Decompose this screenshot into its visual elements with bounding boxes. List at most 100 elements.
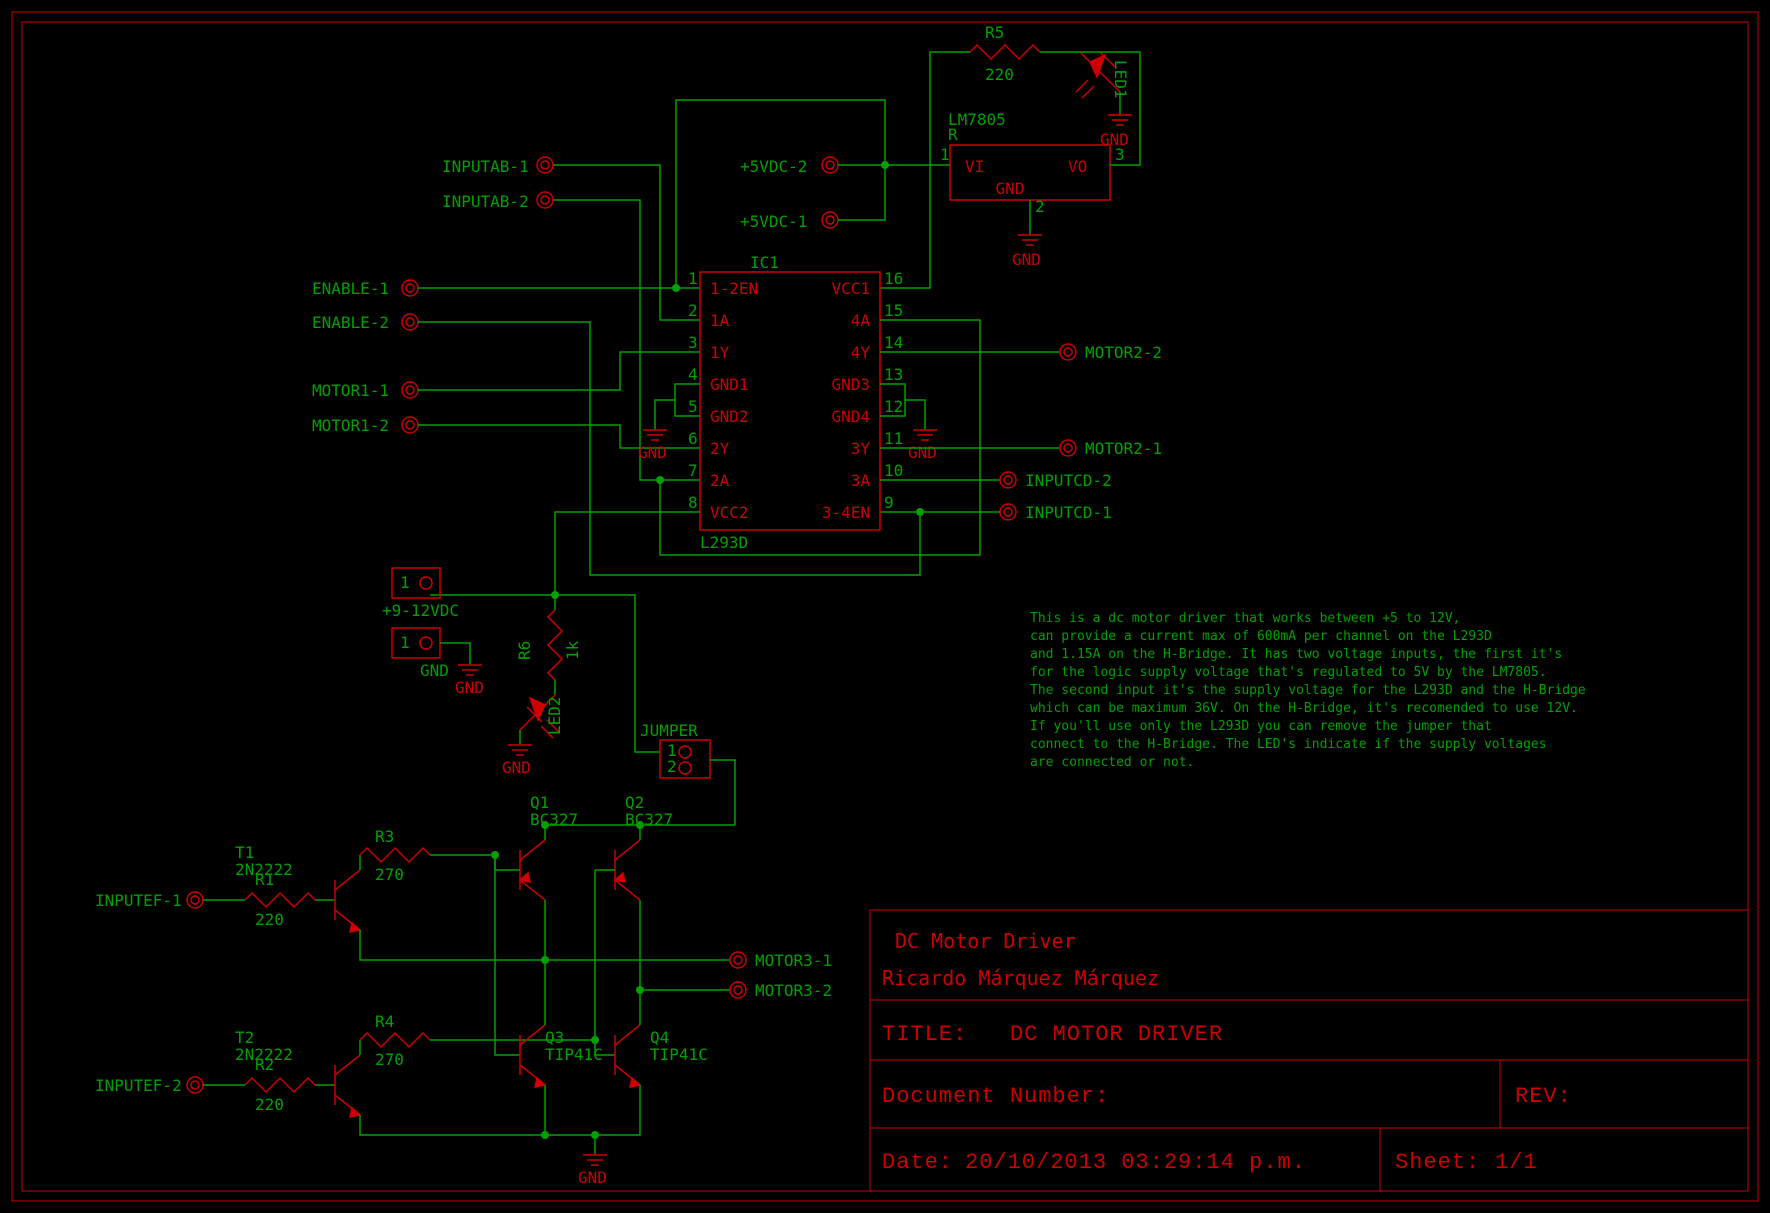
svg-text:MOTOR1-2: MOTOR1-2	[312, 416, 389, 435]
svg-text:2A: 2A	[710, 471, 730, 490]
svg-text:connect to the H-Bridge. The L: connect to the H-Bridge. The LED's indic…	[1030, 737, 1547, 752]
svg-text:GND2: GND2	[710, 407, 749, 426]
svg-text:MOTOR3-1: MOTOR3-1	[755, 951, 832, 970]
pad-inputab2: INPUTAB-2	[442, 192, 553, 211]
svg-text:2N2222: 2N2222	[235, 860, 293, 879]
svg-text:BC327: BC327	[530, 810, 578, 829]
svg-text:Sheet:: Sheet:	[1395, 1150, 1480, 1175]
svg-text:and 1.15A on the H-Bridge. It: and 1.15A on the H-Bridge. It has two vo…	[1030, 647, 1562, 662]
pad-inputab1: INPUTAB-1	[442, 157, 553, 176]
svg-text:DC Motor Driver: DC Motor Driver	[895, 929, 1076, 953]
svg-text:MOTOR1-1: MOTOR1-1	[312, 381, 389, 400]
svg-text:R6: R6	[515, 641, 534, 660]
svg-text:3: 3	[688, 333, 698, 352]
led2: LED2	[520, 695, 564, 738]
svg-text:5: 5	[688, 397, 698, 416]
svg-text:13: 13	[884, 365, 903, 384]
svg-text:1Y: 1Y	[710, 343, 730, 362]
svg-text:1: 1	[940, 145, 950, 164]
resistor-r3: R3 270	[360, 827, 430, 884]
transistor-q1: Q1 BC327	[495, 793, 578, 900]
svg-text:GND: GND	[908, 443, 937, 462]
schematic-canvas: R5 220 LED1 GND R LM7805 VI VO GND 1 3 2…	[0, 0, 1770, 1213]
pad-5vdc2: +5VDC-2	[740, 157, 838, 176]
regulator-lm7805: R LM7805 VI VO GND 1 3 2	[940, 110, 1125, 216]
svg-text:4A: 4A	[851, 311, 871, 330]
svg-text:R3: R3	[375, 827, 394, 846]
svg-text:1-2EN: 1-2EN	[710, 279, 758, 298]
transistor-q4: Q4 TIP41C	[615, 1025, 708, 1087]
svg-text:MOTOR2-2: MOTOR2-2	[1085, 343, 1162, 362]
svg-text:GND1: GND1	[710, 375, 749, 394]
transistor-q3: Q3 TIP41C	[520, 1025, 603, 1087]
transistor-q2: Q2 BC327	[615, 793, 673, 900]
resistor-r5: R5 220	[970, 23, 1040, 84]
svg-text:are connected or not.: are connected or not.	[1030, 755, 1194, 770]
svg-text:DC MOTOR DRIVER: DC MOTOR DRIVER	[1010, 1022, 1223, 1047]
svg-text:3-4EN: 3-4EN	[822, 503, 870, 522]
svg-text:4Y: 4Y	[851, 343, 871, 362]
pad-motor31: MOTOR3-1	[730, 951, 832, 970]
svg-text:INPUTCD-2: INPUTCD-2	[1025, 471, 1112, 490]
svg-text:+5VDC-2: +5VDC-2	[740, 157, 807, 176]
svg-text:10: 10	[884, 461, 903, 480]
svg-text:2: 2	[1035, 197, 1045, 216]
pad-motor32: MOTOR3-2	[730, 981, 832, 1000]
svg-text:which can be maximum 36V. On t: which can be maximum 36V. On the H-Bridg…	[1030, 701, 1578, 716]
svg-text:12: 12	[884, 397, 903, 416]
svg-text:11: 11	[884, 429, 903, 448]
svg-text:TIP41C: TIP41C	[650, 1045, 708, 1064]
svg-text:15: 15	[884, 301, 903, 320]
gnd-hbridge: GND	[578, 1155, 607, 1187]
pad-inputcd2: INPUTCD-2	[1000, 471, 1112, 490]
svg-text:This is a dc motor driver that: This is a dc motor driver that works bet…	[1030, 611, 1460, 626]
svg-text:2: 2	[688, 301, 698, 320]
reg-vo: VO	[1068, 157, 1087, 176]
svg-text:14: 14	[884, 333, 903, 352]
resistor-r4: R4 270	[360, 1012, 430, 1069]
gnd-power: GND	[455, 665, 484, 697]
pad-motor22: MOTOR2-2	[1060, 343, 1162, 362]
svg-text:3Y: 3Y	[851, 439, 871, 458]
svg-text:220: 220	[255, 910, 284, 929]
pad-5vdc1: +5VDC-1	[740, 212, 838, 231]
power-connector: 1 +9-12VDC 1 GND	[382, 568, 459, 680]
svg-text:IC1: IC1	[750, 253, 779, 272]
svg-text:3A: 3A	[851, 471, 871, 490]
svg-text:If you'll use only the L293D y: If you'll use only the L293D you can rem…	[1030, 719, 1492, 734]
jumper: 1 2 JUMPER	[640, 721, 710, 778]
pad-inputef2: INPUTEF-2	[95, 1076, 203, 1095]
svg-text:The second input it's the supp: The second input it's the supply voltage…	[1030, 683, 1586, 698]
svg-text:GND: GND	[455, 678, 484, 697]
svg-text:JUMPER: JUMPER	[640, 721, 698, 740]
r5-value: 220	[985, 65, 1014, 84]
svg-text:TIP41C: TIP41C	[545, 1045, 603, 1064]
svg-text:LED2: LED2	[545, 696, 564, 735]
svg-text:1: 1	[400, 573, 410, 592]
svg-text:MOTOR2-1: MOTOR2-1	[1085, 439, 1162, 458]
reg-vi: VI	[965, 157, 984, 176]
svg-text:2: 2	[667, 757, 677, 776]
pad-motor21: MOTOR2-1	[1060, 439, 1162, 458]
pad-motor11: MOTOR1-1	[312, 381, 418, 400]
svg-text:INPUTEF-2: INPUTEF-2	[95, 1076, 182, 1095]
svg-text:270: 270	[375, 1050, 404, 1069]
svg-text:1k: 1k	[563, 640, 582, 660]
svg-text:REV:: REV:	[1515, 1084, 1572, 1109]
svg-text:TITLE:: TITLE:	[882, 1022, 967, 1047]
svg-text:INPUTEF-1: INPUTEF-1	[95, 891, 182, 910]
pad-inputef1: INPUTEF-1	[95, 891, 203, 910]
svg-text:1/1: 1/1	[1495, 1150, 1538, 1175]
svg-text:GND3: GND3	[831, 375, 870, 394]
pad-enable1: ENABLE-1	[312, 279, 418, 298]
svg-text:4: 4	[688, 365, 698, 384]
reg-gnd: GND	[996, 179, 1025, 198]
svg-text:INPUTAB-1: INPUTAB-1	[442, 157, 529, 176]
svg-text:7: 7	[688, 461, 698, 480]
svg-text:+5VDC-1: +5VDC-1	[740, 212, 807, 231]
svg-text:1A: 1A	[710, 311, 730, 330]
svg-text:BC327: BC327	[625, 810, 673, 829]
pad-inputcd1: INPUTCD-1	[1000, 503, 1112, 522]
svg-text:+9-12VDC: +9-12VDC	[382, 601, 459, 620]
gnd-led2: GND	[502, 745, 532, 777]
